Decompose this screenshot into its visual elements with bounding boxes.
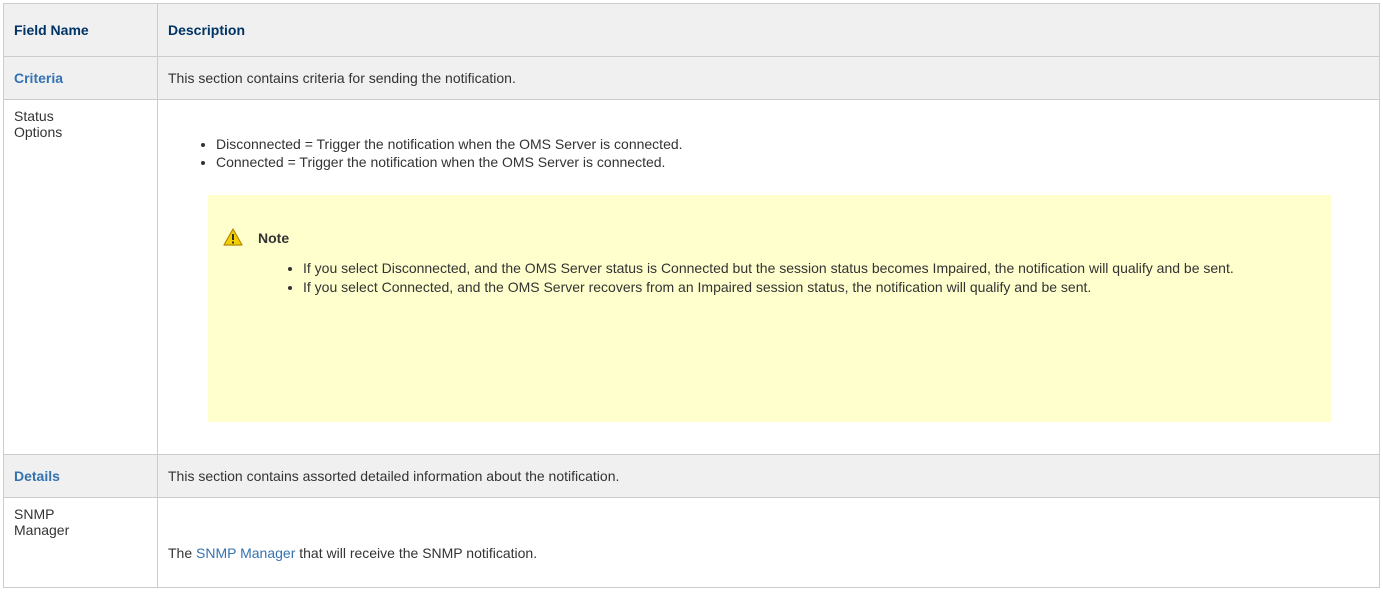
list-item: If you select Disconnected, and the OMS … [303,259,1343,277]
status-options-row: Status Options Disconnected = Trigger th… [3,99,1380,455]
status-options-label-line2: Options [14,124,63,140]
snmp-desc-suffix: that will receive the SNMP notification. [299,545,538,561]
snmp-manager-label-line2: Manager [14,522,70,538]
snmp-desc-prefix: The [168,545,193,561]
list-item: Connected = Trigger the notification whe… [216,153,1369,171]
snmp-manager-label-line1: SNMP [14,506,55,522]
note-title: Note [258,230,290,246]
field-name-header: Field Name [3,3,158,57]
note-list: If you select Disconnected, and the OMS … [258,259,1343,297]
details-section-description: This section contains assorted detailed … [157,454,1380,498]
list-item: Disconnected = Trigger the notification … [216,135,1369,153]
details-section-title: Details [3,454,158,498]
field-description-table: Field Name Description Criteria This sec… [3,3,1380,588]
criteria-section-description: This section contains criteria for sendi… [157,56,1380,100]
warning-icon [223,228,243,246]
snmp-manager-row: SNMP Manager The SNMP Manager that will … [3,497,1380,588]
status-options-description: Disconnected = Trigger the notification … [157,99,1380,455]
snmp-manager-description: The SNMP Manager that will receive the S… [157,497,1380,588]
status-options-label-line1: Status [14,108,54,124]
note-panel: Note If you select Disconnected, and the… [208,195,1331,422]
status-options-field-name: Status Options [3,99,158,455]
criteria-section-row: Criteria This section contains criteria … [3,56,1380,100]
status-options-list: Disconnected = Trigger the notification … [168,135,1369,171]
list-item: If you select Connected, and the OMS Ser… [303,278,1343,296]
snmp-manager-link[interactable]: SNMP Manager [196,545,295,561]
criteria-section-title: Criteria [3,56,158,100]
description-header: Description [157,3,1380,57]
snmp-manager-field-name: SNMP Manager [3,497,158,588]
table-header-row: Field Name Description [3,3,1380,57]
details-section-row: Details This section contains assorted d… [3,454,1380,498]
